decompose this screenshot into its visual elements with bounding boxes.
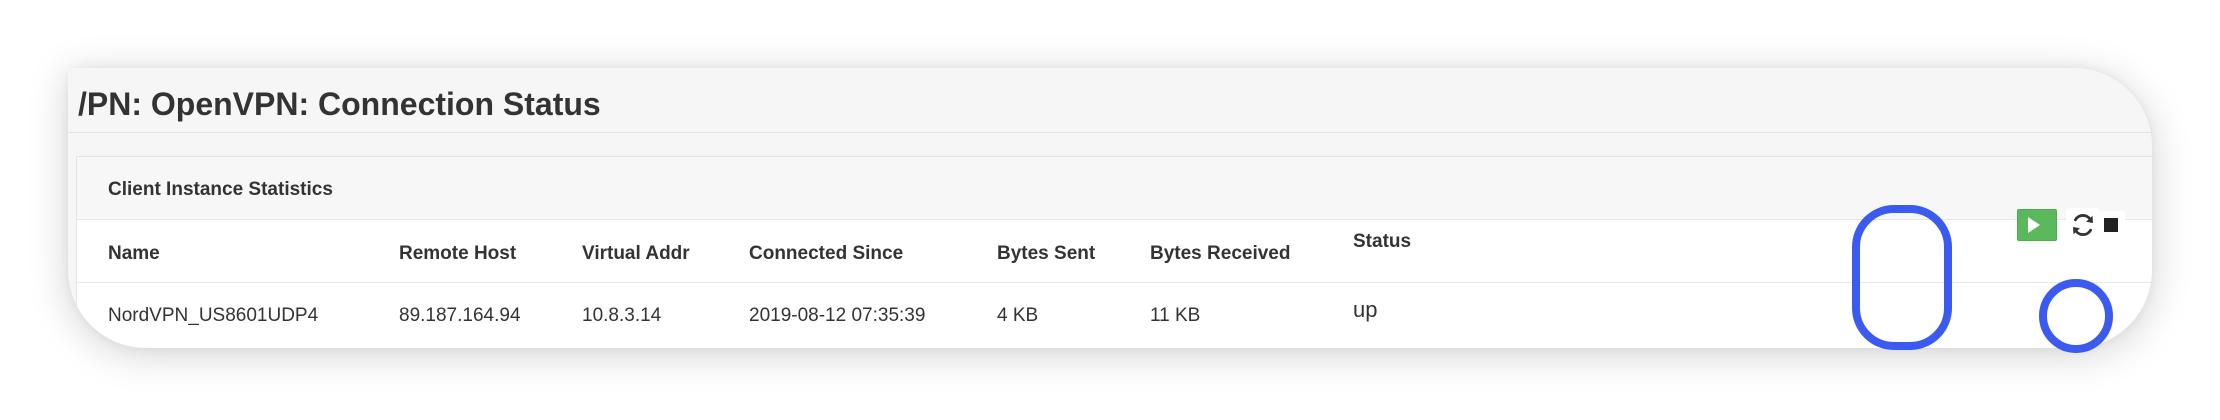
cell-name: NordVPN_US8601UDP4	[108, 305, 319, 326]
cell-status: up	[1353, 297, 1378, 322]
table-row: NordVPN_US8601UDP4 89.187.164.94 10.8.3.…	[77, 283, 2152, 345]
column-header-virtual-addr: Virtual Addr	[582, 243, 690, 264]
screenshot-stage: /PN: OpenVPN: Connection Status Client I…	[0, 0, 2220, 420]
column-header-remote-host: Remote Host	[399, 243, 517, 264]
cell-connected-since: 2019-08-12 07:35:39	[749, 305, 926, 326]
refresh-icon	[2073, 214, 2093, 236]
restart-service-button[interactable]	[2066, 208, 2100, 242]
panel-heading: Client Instance Statistics	[77, 157, 2152, 220]
panel-title: Client Instance Statistics	[108, 179, 333, 200]
cell-virtual-addr: 10.8.3.14	[582, 305, 662, 326]
stop-icon	[2104, 218, 2118, 232]
title-divider	[68, 132, 2152, 133]
column-header-status: Status	[1353, 231, 1412, 252]
cell-remote-host: 89.187.164.94	[399, 305, 521, 326]
column-header-bytes-sent: Bytes Sent	[997, 243, 1096, 264]
content-card: /PN: OpenVPN: Connection Status Client I…	[68, 68, 2152, 348]
start-service-button[interactable]	[2017, 209, 2057, 241]
play-icon	[2028, 217, 2040, 233]
column-header-bytes-received: Bytes Received	[1150, 243, 1291, 264]
table-header-row: Name Remote Host Virtual Addr Connected …	[77, 220, 2152, 283]
stop-service-button[interactable]	[2097, 211, 2125, 239]
cell-bytes-received: 11 KB	[1150, 305, 1201, 326]
column-header-name: Name	[108, 243, 160, 264]
page-title: /PN: OpenVPN: Connection Status	[78, 86, 601, 122]
client-instance-panel: Client Instance Statistics Name Remote H…	[76, 156, 2152, 348]
cell-bytes-sent: 4 KB	[997, 305, 1039, 326]
column-header-connected-since: Connected Since	[749, 243, 904, 264]
